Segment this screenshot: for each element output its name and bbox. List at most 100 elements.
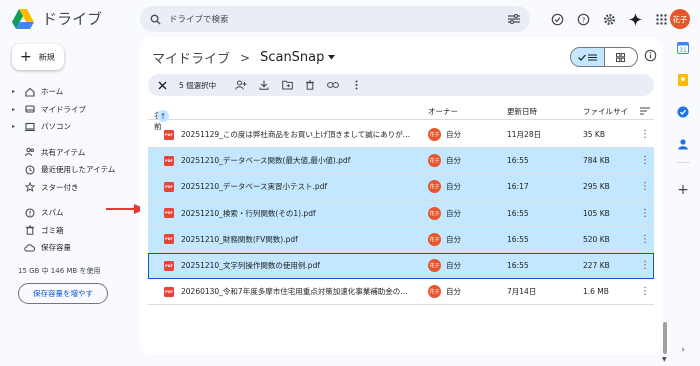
- sidebar-nav: ▸ ホーム ▸ マイドライブ ▸ パソコン 共有アイテム 最近使用したアイテム …: [8, 83, 128, 257]
- breadcrumb-root[interactable]: マイドライブ: [152, 48, 230, 67]
- table-row[interactable]: PDF 20251210_データベース実習小テスト.pdf 花子 自分 16:17 295…: [148, 174, 654, 201]
- column-header-size[interactable]: ファイルサイ: [583, 106, 628, 117]
- search-bar[interactable]: ドライブで検索: [140, 6, 530, 32]
- svg-text:?: ?: [581, 15, 585, 24]
- sidebar-item-trash[interactable]: ゴミ箱: [8, 222, 128, 240]
- sort-ascending-arrow-icon[interactable]: ↑: [157, 110, 169, 122]
- sidebar-item-storage[interactable]: 保存容量: [8, 239, 128, 257]
- trash-icon: [24, 225, 35, 236]
- sidebar-item-label: スパム: [41, 208, 64, 218]
- search-options-icon[interactable]: [508, 14, 520, 24]
- tasks-app-icon[interactable]: [677, 106, 689, 118]
- file-name[interactable]: 20260130_令和7年度多摩市住宅用重点対策加速化事業補助金の…: [181, 286, 411, 297]
- delete-trash-icon[interactable]: [304, 79, 316, 91]
- file-owner: 花子 自分: [428, 285, 461, 299]
- breadcrumb: マイドライブ > ScanSnap: [152, 48, 336, 67]
- add-addon-plus-icon[interactable]: +: [677, 182, 689, 198]
- plus-icon: +: [20, 49, 32, 65]
- spam-icon: [24, 207, 35, 218]
- move-to-folder-icon[interactable]: [281, 79, 293, 91]
- file-size: 105 KB: [583, 208, 610, 218]
- column-header-owner[interactable]: オーナー: [428, 106, 458, 117]
- sort-options-icon[interactable]: [640, 107, 650, 115]
- file-name[interactable]: 20251210_文字列操作関数の使用例.pdf: [181, 260, 411, 271]
- pdf-file-icon: PDF: [164, 208, 174, 219]
- row-more-actions-icon[interactable]: ⋮: [640, 155, 650, 166]
- sidebar-item-label: ホーム: [41, 87, 64, 97]
- table-row[interactable]: PDF 20251210_文字列操作関数の使用例.pdf 花子 自分 16:55 227 …: [148, 252, 654, 280]
- new-button-label: 新規: [38, 52, 55, 62]
- owner-avatar: 花子: [428, 154, 441, 168]
- expand-arrow-icon[interactable]: ▸: [12, 88, 18, 95]
- file-size: 295 KB: [583, 182, 610, 192]
- sidebar-item-recent[interactable]: 最近使用したアイテム: [8, 161, 128, 179]
- table-row[interactable]: PDF 20260130_令和7年度多摩市住宅用重点対策加速化事業補助金の… 花子自…: [148, 279, 654, 306]
- file-name[interactable]: 20251129_この度は弊社商品をお買い上げ頂きまして誠にありがと…: [181, 129, 411, 140]
- sidebar-item-computers[interactable]: ▸ パソコン: [8, 118, 128, 136]
- column-header-modified[interactable]: 更新日時: [507, 106, 537, 117]
- copy-link-icon[interactable]: [327, 79, 340, 91]
- file-name[interactable]: 20251210_データベース関数(最大値,最小値).pdf: [181, 155, 411, 166]
- row-more-actions-icon[interactable]: ⋮: [640, 129, 650, 140]
- owner-name: 自分: [446, 182, 461, 192]
- get-more-storage-button[interactable]: 保存容量を増やす: [18, 283, 108, 304]
- list-view-button[interactable]: [571, 48, 604, 66]
- file-name[interactable]: 20251210_検索・行列関数(その1).pdf: [181, 208, 411, 219]
- share-person-add-icon[interactable]: [235, 79, 247, 91]
- download-icon[interactable]: [258, 79, 270, 91]
- new-button[interactable]: + 新規: [12, 44, 64, 70]
- file-name[interactable]: 20251210_財務関数(FV関数).pdf: [181, 234, 411, 245]
- calendar-app-icon[interactable]: 31: [677, 42, 689, 54]
- table-row[interactable]: PDF 20251129_この度は弊社商品をお買い上げ頂きまして誠にありがと… 花子…: [148, 122, 654, 149]
- apps-grid-icon[interactable]: [652, 10, 670, 28]
- keep-app-icon[interactable]: [677, 74, 689, 86]
- account-avatar[interactable]: 花子: [670, 9, 690, 29]
- expand-arrow-icon[interactable]: ▸: [12, 106, 18, 113]
- sidebar-item-shared[interactable]: 共有アイテム: [8, 144, 128, 162]
- file-owner: 花子 自分: [428, 180, 461, 194]
- pdf-file-icon: PDF: [164, 260, 174, 271]
- owner-avatar: 花子: [428, 180, 441, 194]
- owner-avatar: 花子: [428, 259, 441, 273]
- owner-avatar: 花子: [428, 285, 441, 299]
- file-name[interactable]: 20251210_データベース実習小テスト.pdf: [181, 181, 411, 192]
- table-row[interactable]: PDF 20251210_データベース関数(最大値,最小値).pdf 花子 自分 16:…: [148, 148, 654, 175]
- file-modified-date: 16:55: [507, 156, 529, 166]
- row-more-actions-icon[interactable]: ⋮: [640, 181, 650, 192]
- more-actions-icon[interactable]: [350, 79, 362, 91]
- gemini-sparkle-icon[interactable]: [626, 10, 644, 28]
- pdf-file-icon: PDF: [164, 286, 174, 297]
- drive-logo[interactable]: ドライブ: [12, 8, 102, 29]
- breadcrumb-current-folder[interactable]: ScanSnap: [260, 50, 336, 65]
- info-icon[interactable]: [644, 49, 657, 62]
- search-input[interactable]: ドライブで検索: [169, 13, 508, 25]
- offline-status-icon[interactable]: [548, 10, 566, 28]
- table-row[interactable]: PDF 20251210_検索・行列関数(その1).pdf 花子 自分 16:55 105…: [148, 200, 654, 227]
- expand-arrow-icon[interactable]: ▸: [12, 123, 18, 130]
- scroll-down-arrow-icon[interactable]: ▼: [662, 356, 667, 363]
- file-size: 520 KB: [583, 234, 610, 244]
- settings-gear-icon[interactable]: [600, 10, 618, 28]
- search-icon[interactable]: [150, 14, 161, 25]
- clear-selection-close-icon[interactable]: [156, 79, 168, 91]
- row-more-actions-icon[interactable]: ⋮: [640, 260, 650, 271]
- cloud-icon: [24, 242, 35, 253]
- row-more-actions-icon[interactable]: ⋮: [640, 208, 650, 219]
- sidebar-item-home[interactable]: ▸ ホーム: [8, 83, 128, 101]
- scrollbar-thumb[interactable]: [663, 322, 667, 354]
- sidebar-item-starred[interactable]: スター付き: [8, 179, 128, 197]
- row-more-actions-icon[interactable]: ⋮: [640, 234, 650, 245]
- side-panel-toggle-chevron-icon[interactable]: ›: [677, 344, 689, 356]
- pdf-file-icon: PDF: [164, 155, 174, 166]
- check-icon: [578, 54, 586, 61]
- table-row[interactable]: PDF 20251210_財務関数(FV関数).pdf 花子 自分 16:55 520 K…: [148, 226, 654, 253]
- file-size: 1.6 MB: [583, 287, 609, 297]
- sidebar-item-my-drive[interactable]: ▸ マイドライブ: [8, 101, 128, 119]
- contacts-app-icon[interactable]: [677, 138, 689, 150]
- clock-icon: [24, 164, 35, 175]
- row-more-actions-icon[interactable]: ⋮: [640, 286, 650, 297]
- drive-icon: [24, 104, 35, 115]
- pdf-file-icon: PDF: [164, 181, 174, 192]
- help-icon[interactable]: ?: [574, 10, 592, 28]
- grid-view-button[interactable]: [603, 48, 637, 66]
